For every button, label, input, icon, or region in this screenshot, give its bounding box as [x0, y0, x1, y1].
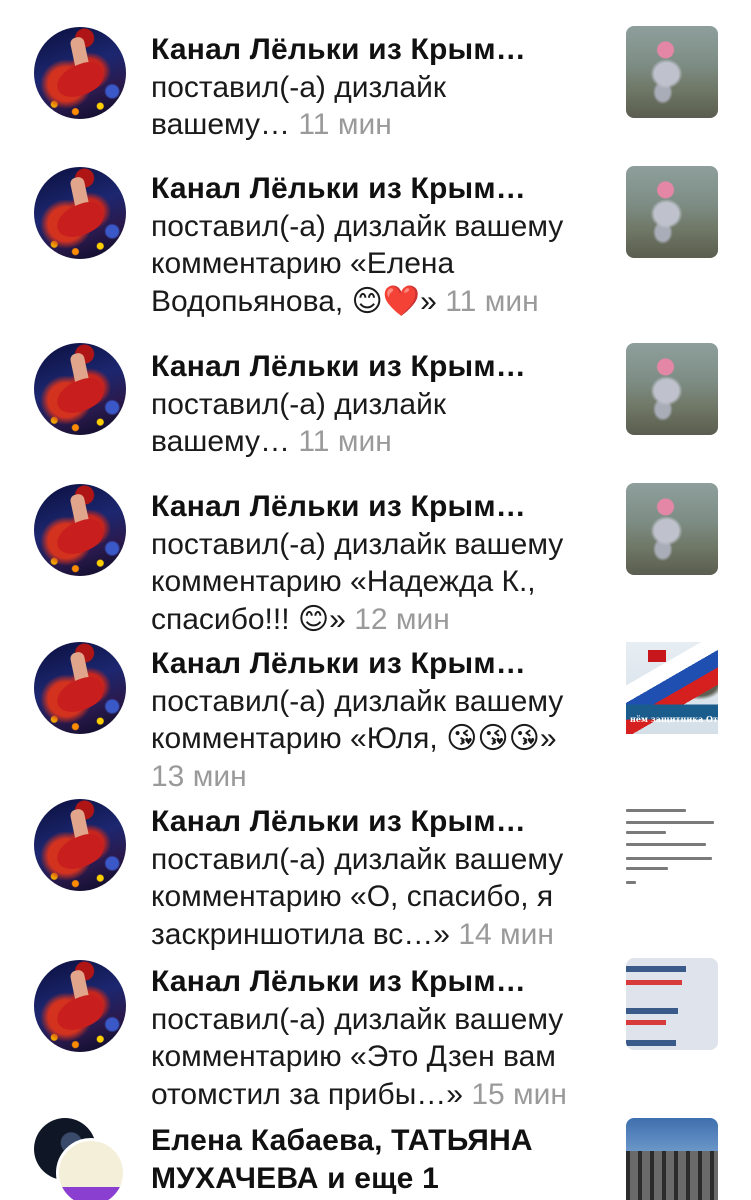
notification-time: 11 мин: [298, 425, 392, 458]
post-thumbnail[interactable]: [626, 1118, 718, 1200]
post-thumbnail[interactable]: [626, 803, 718, 895]
notification-text: комментарию «Это Дзен вам: [151, 1040, 556, 1073]
notification-text: поставил(-а) дизлайк вашему: [151, 527, 564, 561]
notification-title: Канал Лёльки из Крым…: [151, 965, 526, 998]
post-thumbnail[interactable]: [626, 958, 718, 1050]
post-thumbnail[interactable]: нём защитника Отечест: [626, 642, 718, 734]
notification-title: Елена Кабаева, ТАТЬЯНА: [151, 1124, 533, 1157]
notification-text: комментарию «Елена: [151, 247, 455, 280]
notification-text: поставил(-а) дизлайк вашему: [151, 209, 564, 243]
notification-text: заскриншотила вс…»: [151, 917, 450, 951]
notification-text: поставил(-а) дизлайк вашему: [151, 684, 564, 718]
notification-text: поставил(-а) дизлайк вашему: [151, 842, 564, 876]
channel-avatar[interactable]: [34, 799, 126, 891]
post-thumbnail[interactable]: [626, 483, 718, 575]
notification-title: МУХАЧЕВА и еще 1: [151, 1161, 439, 1195]
notification-time: 13 мин: [151, 759, 247, 793]
notification-text: комментарию «Юля, 😘😘😘»: [151, 722, 557, 755]
notification-title: Канал Лёльки из Крым…: [151, 33, 526, 66]
notification-text: вашему…: [151, 108, 290, 141]
avatar: [56, 1138, 126, 1200]
notification-text: вашему…: [151, 425, 290, 458]
post-thumbnail[interactable]: [626, 26, 718, 118]
notification-time: 12 мин: [354, 602, 450, 636]
channel-avatar[interactable]: [34, 167, 126, 259]
notification-text: комментарию «О, спасибо, я: [151, 880, 554, 913]
date-badge-icon: [648, 650, 666, 662]
notification-time: 14 мин: [458, 917, 554, 951]
channel-avatar[interactable]: [34, 960, 126, 1052]
notification-text: комментарию «Надежда К.,: [151, 565, 536, 598]
notification-title: Канал Лёльки из Крым…: [151, 647, 526, 680]
channel-avatar[interactable]: [34, 642, 126, 734]
notification-time: 15 мин: [471, 1077, 567, 1111]
notification-title: Канал Лёльки из Крым…: [151, 490, 526, 523]
notification-text: Водопьянова, 😊❤️»: [151, 284, 437, 318]
notification-title: Канал Лёльки из Крым…: [151, 172, 526, 205]
notification-time: 11 мин: [445, 284, 539, 318]
notification-text: поставил(-а) дизлайк: [151, 387, 446, 421]
group-avatar[interactable]: [34, 1118, 130, 1200]
post-thumbnail[interactable]: [626, 343, 718, 435]
channel-avatar[interactable]: [34, 27, 126, 119]
notification-title: Канал Лёльки из Крым…: [151, 350, 526, 383]
notification-title: Канал Лёльки из Крым…: [151, 805, 526, 838]
post-thumbnail[interactable]: [626, 166, 718, 258]
notification-time: 11 мин: [298, 108, 392, 141]
notification-text: отомстил за прибы…»: [151, 1077, 463, 1111]
thumbnail-caption: нём защитника Отечест: [630, 714, 718, 724]
channel-avatar[interactable]: [34, 343, 126, 435]
channel-avatar[interactable]: [34, 484, 126, 576]
notification-text: поставил(-а) дизлайк: [151, 70, 446, 104]
notification-text: поставил(-а) дизлайк вашему: [151, 1002, 564, 1036]
notification-text: спасибо!!! 😊»: [151, 602, 346, 636]
